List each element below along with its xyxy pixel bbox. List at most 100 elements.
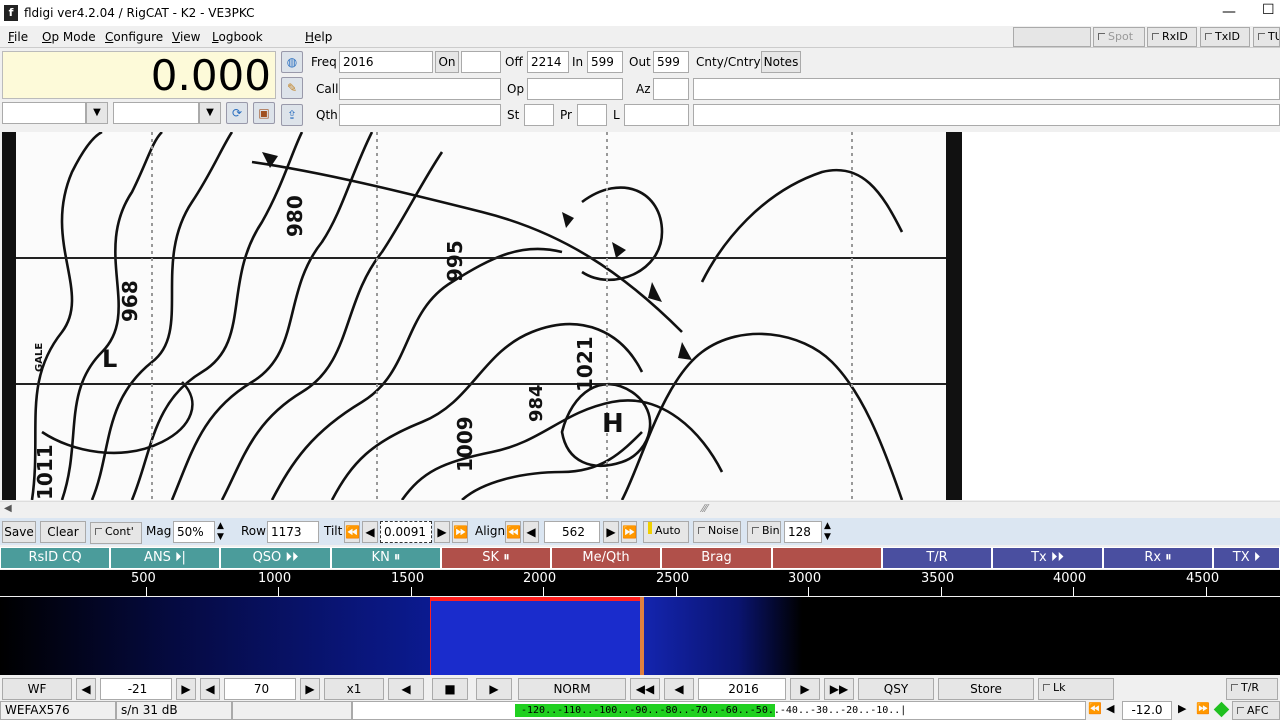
bin-field[interactable]: 128 bbox=[784, 521, 822, 543]
afc-toggle[interactable]: AFC bbox=[1232, 701, 1280, 720]
memory-icon[interactable]: ▣ bbox=[253, 102, 275, 124]
locator-field[interactable] bbox=[624, 104, 689, 126]
row-field[interactable]: 1173 bbox=[267, 521, 319, 543]
low-decrease-icon[interactable]: ◀ bbox=[76, 678, 96, 700]
macro-button[interactable]: T/R bbox=[882, 547, 992, 569]
call-field[interactable] bbox=[339, 78, 501, 100]
macro-button[interactable] bbox=[772, 547, 882, 569]
low-increase-icon[interactable]: ▶ bbox=[176, 678, 196, 700]
txid-toggle[interactable]: TxID bbox=[1200, 27, 1250, 47]
waterfall-scale[interactable]: 500 1000 1500 2000 2500 3000 3500 4000 4… bbox=[0, 570, 1280, 596]
align-fast-left-icon[interactable]: ⏪ bbox=[505, 521, 521, 543]
tilt-fast-right-icon[interactable]: ⏩ bbox=[452, 521, 468, 543]
align-fast-right-icon[interactable]: ⏩ bbox=[621, 521, 637, 543]
macro-button[interactable]: Brag bbox=[661, 547, 772, 569]
auto-toggle[interactable]: Auto bbox=[643, 521, 689, 543]
on-field[interactable] bbox=[461, 51, 501, 73]
refresh-icon[interactable]: ⟳ bbox=[226, 102, 248, 124]
notes-field[interactable] bbox=[693, 104, 1280, 126]
wf-range-field[interactable]: 70 bbox=[224, 678, 296, 700]
macro-button[interactable]: SK ⏸ bbox=[441, 547, 551, 569]
rig-mode-dropdown[interactable]: ▼ bbox=[86, 102, 108, 124]
macro-button[interactable]: QSO ⏵⏵ bbox=[220, 547, 331, 569]
wf-freq-field[interactable]: 2016 bbox=[698, 678, 786, 700]
save-button[interactable]: Save bbox=[2, 521, 36, 543]
range-decrease-icon[interactable]: ◀ bbox=[200, 678, 220, 700]
tilt-field[interactable]: 0.0091 bbox=[380, 521, 432, 543]
range-increase-icon[interactable]: ▶ bbox=[300, 678, 320, 700]
clear-button[interactable]: Clear bbox=[40, 521, 86, 543]
menu-logbook[interactable]: Logbook bbox=[212, 30, 263, 44]
scroll-left-icon[interactable]: ◀ bbox=[4, 503, 12, 514]
az-field[interactable] bbox=[653, 78, 689, 100]
tilt-fast-left-icon[interactable]: ⏪ bbox=[344, 521, 360, 543]
macro-button[interactable]: KN ⏸ bbox=[331, 547, 441, 569]
scroll-grip-icon[interactable]: ⁄⁄⁄ bbox=[702, 502, 708, 515]
minimize-button[interactable]: — bbox=[1222, 4, 1236, 20]
bin-spinner-icon[interactable]: ▲ ▼ bbox=[824, 521, 831, 543]
rst-out-field[interactable]: 599 bbox=[653, 51, 689, 73]
tilt-left-icon[interactable]: ◀ bbox=[362, 521, 378, 543]
globe-icon[interactable]: ◍ bbox=[281, 51, 303, 73]
mag-field[interactable]: 50% bbox=[173, 521, 215, 543]
macro-button[interactable]: TX ⏵ bbox=[1213, 547, 1280, 569]
op-field[interactable] bbox=[527, 78, 623, 100]
wf-right-icon[interactable]: ▶ bbox=[476, 678, 512, 700]
image-scrollbar[interactable]: ◀ ⁄⁄⁄ bbox=[0, 501, 1280, 516]
freq-field[interactable]: 2016 bbox=[339, 51, 433, 73]
tr-toggle[interactable]: T/R bbox=[1226, 678, 1278, 700]
macro-button[interactable]: Tx ⏵⏵ bbox=[992, 547, 1103, 569]
qsy-button[interactable]: QSY bbox=[858, 678, 934, 700]
align-right-icon[interactable]: ▶ bbox=[603, 521, 619, 543]
tune-toggle[interactable]: TUNE bbox=[1253, 27, 1280, 47]
freq-down-icon[interactable]: ◀ bbox=[664, 678, 694, 700]
rig-bandwidth-dropdown[interactable]: ▼ bbox=[199, 102, 221, 124]
spot-toggle[interactable]: Spot bbox=[1093, 27, 1145, 47]
rxid-toggle[interactable]: RxID bbox=[1147, 27, 1197, 47]
menu-configure[interactable]: Configure bbox=[105, 30, 163, 44]
maximize-button[interactable]: ☐ bbox=[1262, 2, 1275, 18]
frequency-display[interactable]: 0.000 bbox=[2, 51, 276, 100]
waterfall-display[interactable] bbox=[0, 597, 1280, 675]
macro-button[interactable]: Rx ⏸ bbox=[1103, 547, 1213, 569]
freq-fast-up-icon[interactable]: ▶▶ bbox=[824, 678, 854, 700]
macro-button[interactable]: RsID CQ bbox=[0, 547, 110, 569]
rst-in-field[interactable]: 599 bbox=[587, 51, 623, 73]
on-button[interactable]: On bbox=[435, 51, 459, 73]
state-field[interactable] bbox=[524, 104, 554, 126]
wf-left-icon[interactable]: ◀ bbox=[388, 678, 424, 700]
bin-toggle[interactable]: Bin bbox=[747, 521, 781, 543]
wf-stop-icon[interactable]: ■ bbox=[432, 678, 468, 700]
continue-toggle[interactable]: Cont' bbox=[90, 522, 142, 544]
qth-field[interactable] bbox=[339, 104, 501, 126]
offset-fast-right-icon[interactable]: ⏩ bbox=[1196, 702, 1210, 715]
rig-mode-combo[interactable] bbox=[2, 102, 86, 124]
offset-left-icon[interactable]: ◀ bbox=[1106, 702, 1114, 715]
macro-button[interactable]: Me/Qth bbox=[551, 547, 661, 569]
wf-low-field[interactable]: -21 bbox=[100, 678, 172, 700]
menu-file[interactable]: File bbox=[8, 30, 28, 44]
country-field[interactable] bbox=[693, 78, 1280, 100]
off-field[interactable]: 2214 bbox=[527, 51, 569, 73]
freq-up-icon[interactable]: ▶ bbox=[790, 678, 820, 700]
wf-mode-button[interactable]: WF bbox=[2, 678, 72, 700]
wf-speed-button[interactable]: x1 bbox=[324, 678, 384, 700]
mag-spinner-icon[interactable]: ▲ ▼ bbox=[217, 521, 224, 543]
macro-button[interactable]: ANS ⏵| bbox=[110, 547, 220, 569]
align-field[interactable]: 562 bbox=[544, 521, 600, 543]
offset-right-icon[interactable]: ▶ bbox=[1178, 702, 1186, 715]
menu-help[interactable]: Help bbox=[305, 30, 332, 44]
tilt-right-icon[interactable]: ▶ bbox=[434, 521, 450, 543]
offset-field[interactable]: -12.0 bbox=[1122, 701, 1172, 720]
noise-toggle[interactable]: Noise bbox=[693, 521, 741, 543]
freq-fast-down-icon[interactable]: ◀◀ bbox=[630, 678, 660, 700]
mode-status[interactable]: WEFAX576 bbox=[0, 701, 116, 720]
save-log-icon[interactable]: ⇪ bbox=[281, 104, 303, 126]
clear-broom-icon[interactable]: ✎ bbox=[281, 77, 303, 99]
rig-bandwidth-combo[interactable] bbox=[113, 102, 199, 124]
wf-norm-button[interactable]: NORM bbox=[518, 678, 626, 700]
menu-op-mode[interactable]: Op Mode bbox=[42, 30, 96, 44]
lock-toggle[interactable]: Lk bbox=[1038, 678, 1114, 700]
align-left-icon[interactable]: ◀ bbox=[523, 521, 539, 543]
province-field[interactable] bbox=[577, 104, 607, 126]
